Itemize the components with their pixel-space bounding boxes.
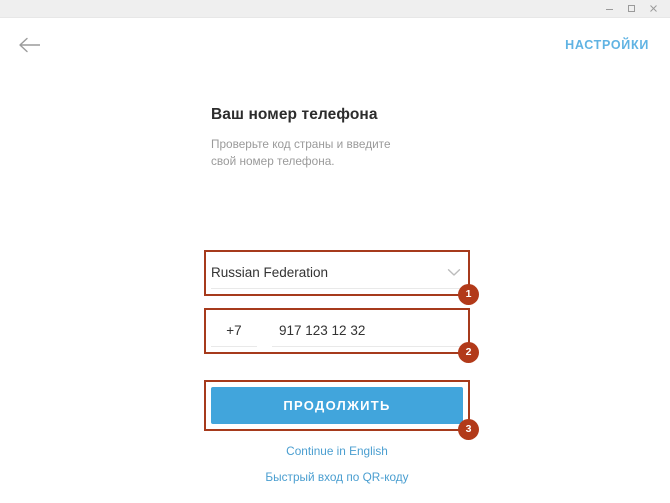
annotation-badge-3: 3 bbox=[458, 419, 479, 440]
page-title: Ваш номер телефона bbox=[211, 106, 378, 123]
phone-form-header: Ваш номер телефона Проверьте код страны … bbox=[211, 106, 461, 170]
app-topbar: НАСТРОЙКИ bbox=[0, 18, 670, 72]
annotation-box-1: 1 bbox=[204, 250, 479, 305]
minimize-icon[interactable] bbox=[598, 0, 620, 17]
page-subtitle: Проверьте код страны и введите свой номе… bbox=[211, 137, 391, 169]
settings-link[interactable]: НАСТРОЙКИ bbox=[565, 38, 649, 52]
alt-login-links: Continue in English Быстрый вход по QR-к… bbox=[211, 444, 463, 484]
close-icon[interactable] bbox=[642, 0, 664, 17]
annotation-badge-2: 2 bbox=[458, 342, 479, 363]
qr-login-link[interactable]: Быстрый вход по QR-коду bbox=[211, 470, 463, 484]
annotation-box-2: 2 bbox=[204, 308, 479, 363]
window-titlebar bbox=[0, 0, 670, 18]
arrow-left-icon bbox=[18, 36, 43, 54]
annotation-badge-1: 1 bbox=[458, 284, 479, 305]
continue-in-english-link[interactable]: Continue in English bbox=[211, 444, 463, 458]
maximize-icon[interactable] bbox=[620, 0, 642, 17]
back-button[interactable] bbox=[15, 30, 45, 60]
annotation-box-3: 3 bbox=[204, 380, 479, 440]
